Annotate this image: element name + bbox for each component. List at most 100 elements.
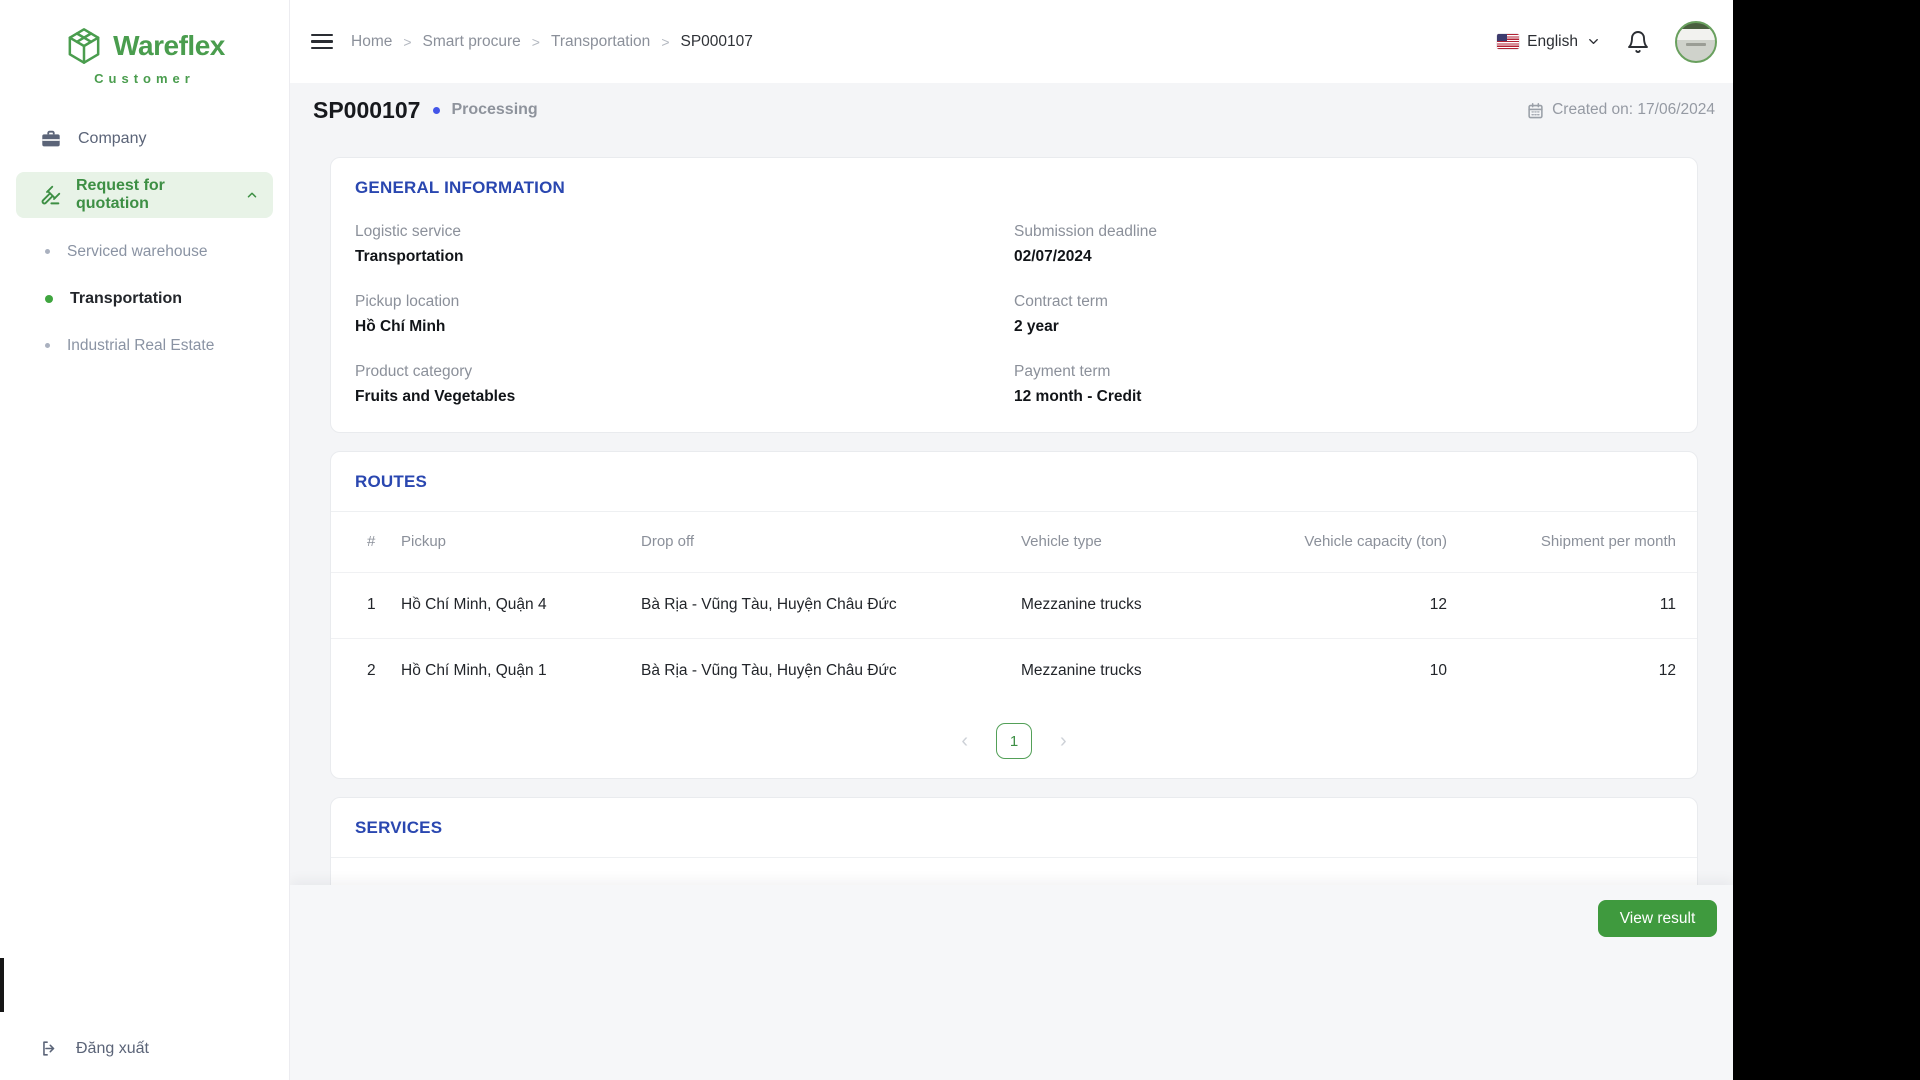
routes-card: ROUTES # Pickup Drop off Vehicle type Ve…: [330, 451, 1698, 779]
cell-vehicle-capacity: 10: [1251, 638, 1447, 704]
wareflex-cube-icon: [64, 26, 104, 66]
breadcrumb-separator: >: [403, 34, 411, 50]
user-avatar[interactable]: [1675, 21, 1717, 63]
page-header: SP000107 Processing Created on: 17/06/20…: [290, 83, 1733, 137]
cell-vehicle-capacity: 12: [1251, 572, 1447, 638]
column-header: Vehicle capacity (ton): [1251, 512, 1447, 572]
field-value: Hồ Chí Minh: [355, 318, 1014, 336]
pagination-next-icon[interactable]: ›: [1060, 731, 1067, 751]
sidebar-item-label: Company: [78, 130, 146, 148]
section-heading: SERVICES: [355, 818, 1673, 838]
status-badge: Processing: [451, 101, 537, 119]
sidebar-item-label: Serviced warehouse: [67, 243, 207, 261]
field-label: Payment term: [1014, 363, 1673, 381]
calendar-icon: [1527, 102, 1544, 119]
breadcrumb-transportation[interactable]: Transportation: [551, 33, 650, 51]
pagination-prev-icon[interactable]: ‹: [961, 731, 968, 751]
chevron-down-icon: [1586, 34, 1601, 49]
field-label: Submission deadline: [1014, 223, 1673, 241]
pagination: ‹ 1 ›: [331, 704, 1697, 778]
cell-shipment-per-month: 11: [1447, 572, 1697, 638]
cell-vehicle-type: Mezzanine trucks: [1021, 572, 1251, 638]
created-on: Created on: 17/06/2024: [1527, 101, 1715, 119]
status-dot-icon: [433, 107, 440, 114]
cell-dropoff: Bà Rịa - Vũng Tàu, Huyện Châu Đức: [641, 572, 1021, 638]
bell-icon[interactable]: [1626, 30, 1650, 54]
cell-dropoff: Bà Rịa - Vũng Tàu, Huyện Châu Đức: [641, 638, 1021, 704]
cell-index: 2: [331, 638, 401, 704]
field-label: Pickup location: [355, 293, 1014, 311]
field-value: Transportation: [355, 248, 1014, 266]
field-value: Fruits and Vegetables: [355, 388, 1014, 406]
chevron-up-icon: [245, 188, 259, 202]
sidebar-item-serviced-warehouse[interactable]: Serviced warehouse: [0, 228, 289, 275]
field-pickup-location: Pickup location Hồ Chí Minh: [355, 293, 1014, 336]
sidebar-item-industrial-real-estate[interactable]: Industrial Real Estate: [0, 322, 289, 369]
field-label: Logistic service: [355, 223, 1014, 241]
gavel-icon: [40, 185, 61, 206]
app-window: Wareflex Customer Company: [0, 0, 1733, 1080]
created-on-label: Created on: 17/06/2024: [1552, 101, 1715, 119]
language-selector[interactable]: English: [1497, 33, 1601, 51]
field-payment-term: Payment term 12 month - Credit: [1014, 363, 1673, 406]
footer-action-bar: View result: [290, 885, 1733, 1080]
bullet-icon: [45, 295, 53, 303]
top-bar: Home > Smart procure > Transportation > …: [290, 0, 1733, 83]
table-row: 2 Hồ Chí Minh, Quận 1 Bà Rịa - Vũng Tàu,…: [331, 638, 1697, 704]
services-card: SERVICES # Name: [330, 797, 1698, 885]
section-heading: GENERAL INFORMATION: [355, 178, 1673, 198]
brand-logo: Wareflex Customer: [0, 0, 289, 86]
logout-icon: [40, 1039, 59, 1058]
main-area: Home > Smart procure > Transportation > …: [290, 0, 1733, 1080]
field-value: 02/07/2024: [1014, 248, 1673, 266]
column-header: Drop off: [641, 512, 1021, 572]
sidebar-sub-list: Serviced warehouse Transportation Indust…: [0, 228, 289, 369]
sidebar-item-label: Industrial Real Estate: [67, 337, 214, 355]
brand-subtitle: Customer: [0, 71, 289, 86]
view-result-button[interactable]: View result: [1598, 900, 1717, 937]
sidebar-item-request-for-quotation[interactable]: Request for quotation: [16, 172, 273, 218]
sidebar-item-label: Request for quotation: [76, 177, 230, 213]
column-header: Pickup: [401, 512, 641, 572]
briefcase-icon: [40, 128, 62, 150]
bullet-icon: [45, 249, 50, 254]
us-flag-icon: [1497, 34, 1519, 49]
breadcrumb-separator: >: [532, 34, 540, 50]
breadcrumb-current: SP000107: [681, 33, 753, 51]
language-label: English: [1527, 33, 1578, 51]
field-logistic-service: Logistic service Transportation: [355, 223, 1014, 266]
cell-pickup: Hồ Chí Minh, Quận 1: [401, 638, 641, 704]
column-header: Shipment per month: [1447, 512, 1697, 572]
screen-artifact: [0, 958, 4, 1012]
field-label: Contract term: [1014, 293, 1673, 311]
pagination-page-1[interactable]: 1: [996, 723, 1032, 759]
routes-table: # Pickup Drop off Vehicle type Vehicle c…: [331, 512, 1697, 704]
menu-icon[interactable]: [311, 34, 333, 50]
bullet-icon: [45, 343, 50, 348]
sidebar-item-company[interactable]: Company: [16, 118, 273, 160]
services-table: # Name: [331, 858, 1697, 885]
breadcrumb-separator: >: [661, 34, 669, 50]
sidebar-item-label: Transportation: [70, 290, 182, 308]
breadcrumb-home[interactable]: Home: [351, 33, 392, 51]
column-header: Vehicle type: [1021, 512, 1251, 572]
section-heading: ROUTES: [355, 472, 1673, 492]
brand-name: Wareflex: [113, 30, 225, 62]
cell-shipment-per-month: 12: [1447, 638, 1697, 704]
field-value: 12 month - Credit: [1014, 388, 1673, 406]
table-header-row: # Pickup Drop off Vehicle type Vehicle c…: [331, 512, 1697, 572]
field-product-category: Product category Fruits and Vegetables: [355, 363, 1014, 406]
cell-pickup: Hồ Chí Minh, Quận 4: [401, 572, 641, 638]
cell-vehicle-type: Mezzanine trucks: [1021, 638, 1251, 704]
page-content: GENERAL INFORMATION Logistic service Tra…: [290, 137, 1733, 885]
breadcrumb-smart-procure[interactable]: Smart procure: [423, 33, 521, 51]
general-information-card: GENERAL INFORMATION Logistic service Tra…: [330, 157, 1698, 433]
column-header: #: [331, 858, 401, 885]
breadcrumb: Home > Smart procure > Transportation > …: [351, 33, 753, 51]
logout-button[interactable]: Đăng xuất: [40, 1039, 149, 1058]
field-label: Product category: [355, 363, 1014, 381]
sidebar-item-transportation[interactable]: Transportation: [0, 275, 289, 322]
sidebar-nav: Company Request for quotation: [0, 118, 289, 369]
column-header: #: [331, 512, 401, 572]
field-contract-term: Contract term 2 year: [1014, 293, 1673, 336]
